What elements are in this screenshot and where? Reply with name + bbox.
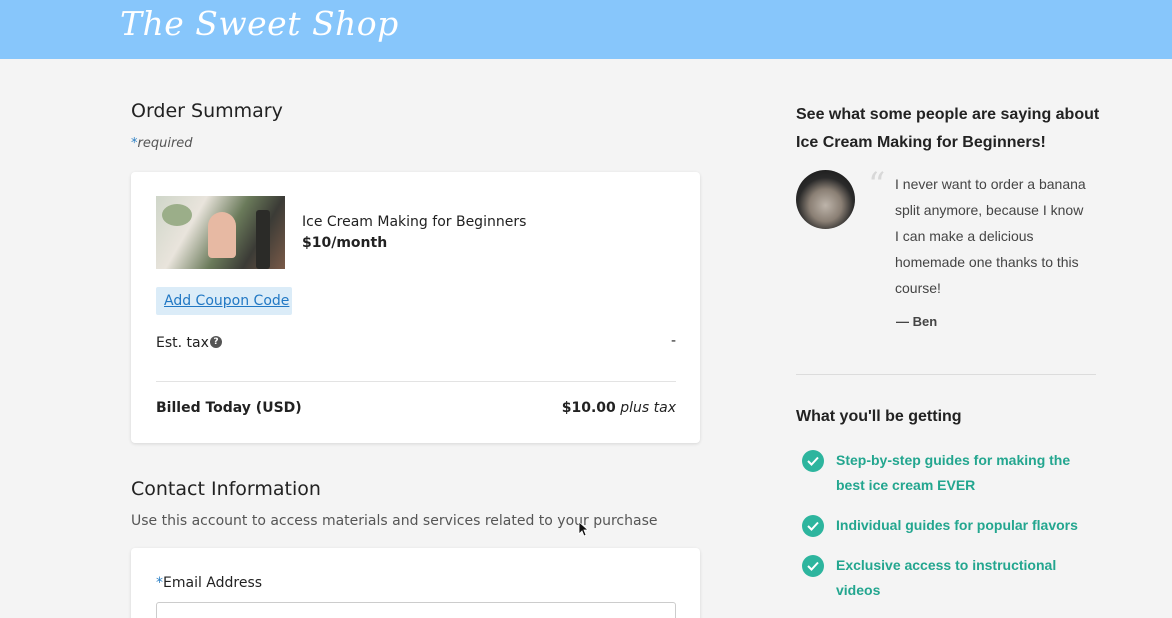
testimonial-quote: I never want to order a banana split any… bbox=[895, 176, 1086, 296]
benefit-text: Exclusive access to instructional videos bbox=[836, 557, 1057, 598]
divider bbox=[796, 374, 1096, 375]
required-note: *required bbox=[131, 136, 193, 151]
shop-logo[interactable]: The Sweet Shop bbox=[120, 4, 399, 43]
order-summary-card: Ice Cream Making for Beginners $10/month… bbox=[131, 172, 700, 443]
top-banner: The Sweet Shop bbox=[0, 0, 1172, 59]
mouse-cursor-icon bbox=[578, 521, 588, 537]
add-coupon-link[interactable]: Add Coupon Code bbox=[164, 293, 289, 309]
quote-mark-icon: “ bbox=[868, 165, 886, 205]
benefits-heading: What you'll be getting bbox=[796, 408, 962, 425]
billed-today-label: Billed Today (USD) bbox=[156, 400, 302, 416]
testimonial-heading: See what some people are saying about Ic… bbox=[796, 106, 1100, 151]
check-circle-icon bbox=[802, 555, 824, 577]
check-circle-icon bbox=[802, 515, 824, 537]
product-image bbox=[156, 196, 285, 269]
email-field[interactable] bbox=[156, 602, 676, 618]
est-tax-label: Est. tax bbox=[156, 335, 209, 351]
order-summary-title: Order Summary bbox=[131, 100, 283, 122]
est-tax-value: - bbox=[670, 333, 676, 349]
question-mark-icon[interactable]: ? bbox=[210, 336, 222, 348]
divider bbox=[156, 381, 676, 382]
product-name: Ice Cream Making for Beginners bbox=[302, 214, 527, 230]
add-coupon-button[interactable]: Add Coupon Code bbox=[156, 287, 292, 315]
contact-info-title: Contact Information bbox=[131, 478, 321, 500]
avatar bbox=[796, 170, 855, 229]
benefit-text: Individual guides for popular flavors bbox=[836, 517, 1078, 533]
testimonial-author: — Ben bbox=[896, 314, 938, 329]
product-price: $10/month bbox=[302, 235, 388, 251]
contact-card: *Email Address bbox=[131, 548, 700, 618]
billed-today-amount: $10.00 plus tax bbox=[561, 400, 676, 416]
benefit-text: Step-by-step guides for making the best … bbox=[836, 452, 1071, 493]
check-circle-icon bbox=[802, 450, 824, 472]
email-label: *Email Address bbox=[156, 575, 263, 591]
